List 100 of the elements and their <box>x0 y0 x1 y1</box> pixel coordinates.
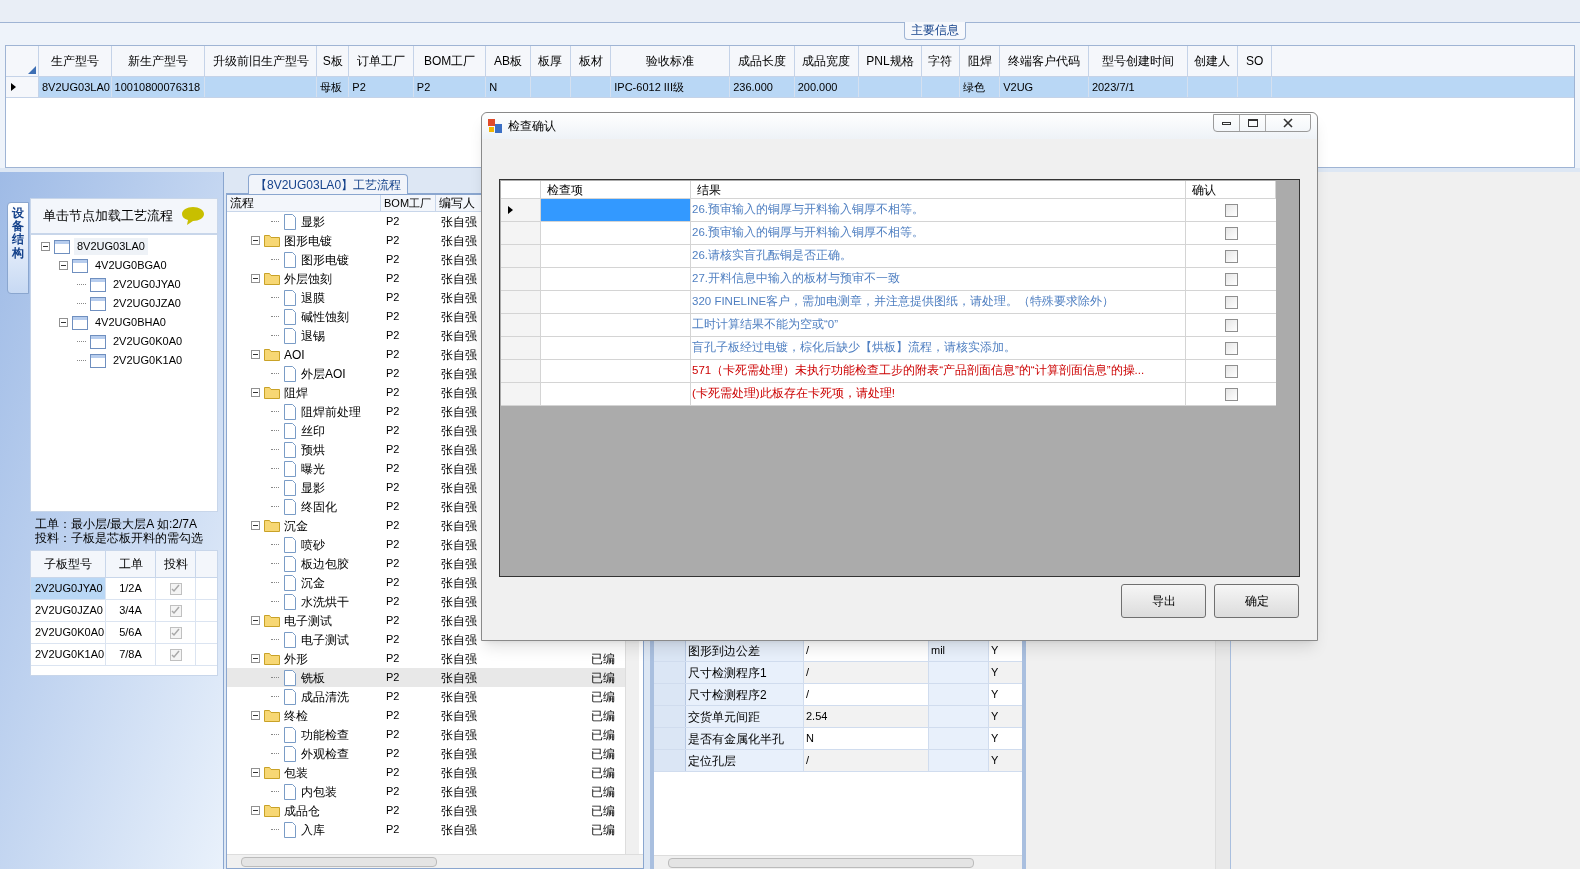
table-cell[interactable]: 2V2UG0JYA0 <box>31 578 106 599</box>
column-header[interactable]: 型号创建时间 <box>1088 46 1188 76</box>
collapse-icon[interactable] <box>251 654 260 663</box>
process-row[interactable]: 外观检查 P2 张自强 已编 <box>227 744 625 763</box>
process-row[interactable]: 成品清洗 P2 张自强 已编 <box>227 687 625 706</box>
process-row[interactable]: AOI P2 张自强 <box>227 345 511 364</box>
process-row[interactable]: 板边包胶 P2 张自强 <box>227 554 511 573</box>
checkbox[interactable] <box>169 582 182 595</box>
scrollbar[interactable] <box>654 855 1022 869</box>
checkbox[interactable] <box>1224 272 1238 286</box>
process-row[interactable]: 显影 P2 张自强 <box>227 478 511 497</box>
column-header[interactable]: SO <box>1238 46 1273 76</box>
checkbox[interactable] <box>1224 295 1238 309</box>
tree-node[interactable]: 2V2UG0JYA0 <box>110 276 184 293</box>
process-row[interactable]: 终固化 P2 张自强 <box>227 497 511 516</box>
column-header[interactable]: 字符 <box>921 46 960 76</box>
column-header[interactable]: 新生产型号 <box>111 46 206 76</box>
process-row[interactable]: 丝印 P2 张自强 <box>227 421 511 440</box>
collapse-icon[interactable] <box>251 806 260 815</box>
process-row[interactable]: 电子测试 P2 张自强 <box>227 611 511 630</box>
process-row[interactable]: 电子测试 P2 张自强 <box>227 630 511 649</box>
collapse-icon[interactable] <box>251 711 260 720</box>
dialog-button[interactable]: 导出 <box>1121 584 1206 618</box>
process-row[interactable]: 沉金 P2 张自强 <box>227 573 511 592</box>
tree-node[interactable]: 4V2UG0BHA0 <box>92 314 169 331</box>
process-row[interactable]: 外层蚀刻 P2 张自强 <box>227 269 511 288</box>
process-row[interactable]: 水洗烘干 P2 张自强 <box>227 592 511 611</box>
column-header[interactable]: 成品长度 <box>730 46 795 76</box>
tree-node[interactable]: 4V2UG0BGA0 <box>92 257 170 274</box>
collapse-icon[interactable] <box>251 236 260 245</box>
process-row[interactable]: 阻焊前处理 P2 张自强 <box>227 402 511 421</box>
checkbox[interactable] <box>1224 318 1238 332</box>
process-row[interactable]: 预烘 P2 张自强 <box>227 440 511 459</box>
column-header[interactable]: 升级前旧生产型号 <box>205 46 318 76</box>
checkbox[interactable] <box>1224 341 1238 355</box>
process-row[interactable]: 退锡 P2 张自强 <box>227 326 511 345</box>
process-row[interactable]: 外层AOI P2 张自强 <box>227 364 511 383</box>
process-row[interactable]: 喷砂 P2 张自强 <box>227 535 511 554</box>
scrollbar[interactable] <box>227 854 643 868</box>
column-header[interactable]: 板厚 <box>530 46 571 76</box>
checkbox[interactable] <box>1224 387 1238 401</box>
column-header[interactable]: 工单 <box>106 551 156 577</box>
column-header[interactable]: 创建人 <box>1187 46 1238 76</box>
tree-node[interactable]: 8V2UG03LA0 <box>74 238 148 255</box>
column-header[interactable]: 订单工厂 <box>349 46 414 76</box>
collapse-icon[interactable] <box>251 768 260 777</box>
process-row[interactable]: 入库 P2 张自强 已编 <box>227 820 625 839</box>
table-cell[interactable]: 2V2UG0K0A0 <box>31 622 106 643</box>
row-header[interactable] <box>501 199 541 221</box>
column-header[interactable]: AB板 <box>486 46 531 76</box>
column-header[interactable]: 子板型号 <box>31 551 106 577</box>
process-row[interactable]: 退膜 P2 张自强 <box>227 288 511 307</box>
collapse-icon[interactable] <box>251 521 260 530</box>
checkbox[interactable] <box>1224 249 1238 263</box>
column-header[interactable]: 投料 <box>156 551 196 577</box>
process-row[interactable]: 内包装 P2 张自强 已编 <box>227 782 625 801</box>
column-header[interactable]: 流程 <box>227 195 381 211</box>
process-row[interactable]: 成品仓 P2 张自强 已编 <box>227 801 625 820</box>
table-cell[interactable]: 2V2UG0JZA0 <box>31 600 106 621</box>
collapse-icon[interactable] <box>251 350 260 359</box>
process-row[interactable]: 图形电镀 P2 张自强 <box>227 231 511 250</box>
collapse-icon[interactable] <box>59 261 68 270</box>
collapse-icon[interactable] <box>251 388 260 397</box>
checkbox[interactable] <box>169 604 182 617</box>
table-row[interactable]: 8V2UG03LA0 10010800076318 母板 P2 P2 N IPC-6012 III级 236.000 200.000 绿色 V2UG 2023/7/1 <box>6 77 1574 98</box>
process-row[interactable]: 包装 P2 张自强 已编 <box>227 763 625 782</box>
process-row[interactable]: 铣板 P2 张自强 已编 <box>227 668 625 687</box>
process-row[interactable]: 功能检查 P2 张自强 已编 <box>227 725 625 744</box>
collapse-icon[interactable] <box>41 242 50 251</box>
process-row[interactable]: 图形电镀 P2 张自强 <box>227 250 511 269</box>
process-row[interactable]: 终检 P2 张自强 已编 <box>227 706 625 725</box>
collapse-icon[interactable] <box>251 274 260 283</box>
checkbox[interactable] <box>1224 203 1238 217</box>
column-header[interactable]: S板 <box>317 46 350 76</box>
collapse-icon[interactable] <box>251 616 260 625</box>
column-header[interactable]: BOM工厂 <box>381 195 436 211</box>
column-header[interactable]: PNL规格 <box>859 46 922 76</box>
column-header[interactable]: 终端客户代码 <box>1000 46 1089 76</box>
column-header[interactable]: 成品宽度 <box>794 46 860 76</box>
tree-node[interactable]: 2V2UG0K0A0 <box>110 333 186 350</box>
table-cell[interactable]: 2V2UG0K1A0 <box>31 644 106 665</box>
column-header[interactable]: 检查项 <box>541 181 691 198</box>
checkbox[interactable] <box>169 626 182 639</box>
scrollbar[interactable] <box>625 641 639 854</box>
process-row[interactable]: 沉金 P2 张自强 <box>227 516 511 535</box>
side-tab[interactable]: 设备结构 <box>7 202 29 294</box>
process-row[interactable]: 外形 P2 张自强 已编 <box>227 649 625 668</box>
dialog-button[interactable]: 确定 <box>1214 584 1299 618</box>
collapse-icon[interactable] <box>59 318 68 327</box>
column-header[interactable]: 验收标准 <box>611 46 731 76</box>
checkbox[interactable] <box>169 648 182 661</box>
column-header[interactable]: BOM工厂 <box>413 46 487 76</box>
process-row[interactable]: 曝光 P2 张自强 <box>227 459 511 478</box>
tree-node[interactable]: 2V2UG0JZA0 <box>110 295 184 312</box>
process-row[interactable]: 显影 P2 张自强 <box>227 212 511 231</box>
tree-node[interactable]: 2V2UG0K1A0 <box>110 352 186 369</box>
checkbox[interactable] <box>1224 226 1238 240</box>
checkbox[interactable] <box>1224 364 1238 378</box>
column-header[interactable]: 生产型号 <box>39 46 112 76</box>
column-header[interactable]: 结果 <box>691 181 1186 198</box>
